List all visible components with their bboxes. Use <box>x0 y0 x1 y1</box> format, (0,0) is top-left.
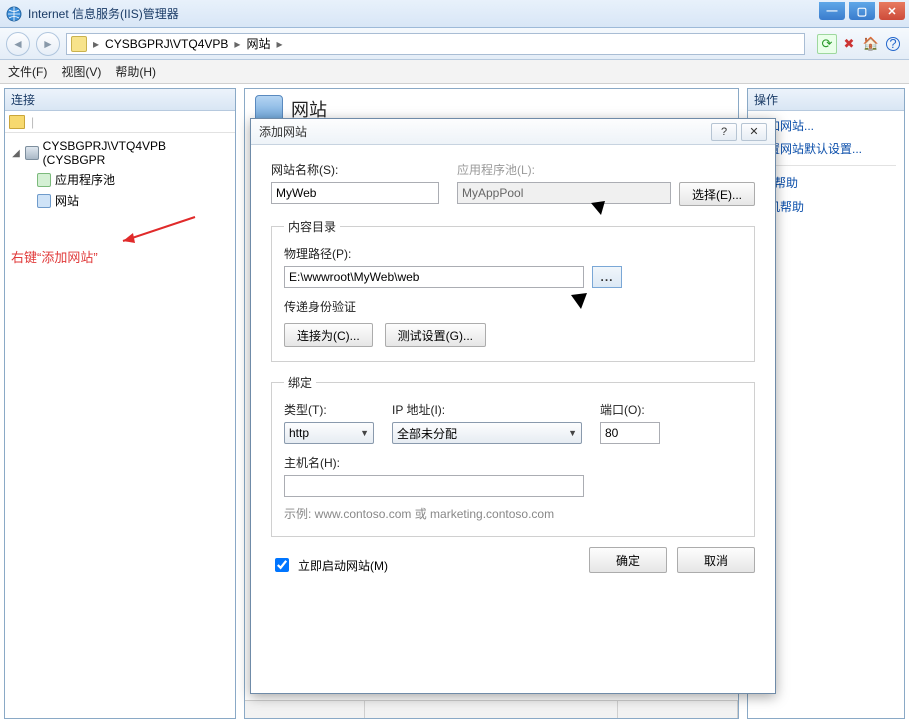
connections-panel: 连接 | ◢ CYSBGPRJ\VTQ4VPB (CYSBGPR 应用程序池 网… <box>4 88 236 719</box>
action-help[interactable]: ?帮助 <box>756 174 896 192</box>
ip-select[interactable]: 全部未分配 ▼ <box>392 422 582 444</box>
chevron-down-icon: ▼ <box>568 428 577 438</box>
ok-button[interactable]: 确定 <box>589 547 667 573</box>
menu-help[interactable]: 帮助(H) <box>115 63 156 80</box>
select-app-pool-button[interactable]: 选择(E)... <box>679 182 755 206</box>
ip-label: IP 地址(I): <box>392 401 582 418</box>
type-select[interactable]: http ▼ <box>284 422 374 444</box>
hostname-input[interactable] <box>284 475 584 497</box>
stop-icon[interactable]: ✖ <box>839 34 859 54</box>
passthrough-auth-label: 传递身份验证 <box>284 298 742 315</box>
menu-view[interactable]: 视图(V) <box>61 63 101 80</box>
back-button[interactable]: ◄ <box>6 32 30 56</box>
menu-file[interactable]: 文件(F) <box>8 63 47 80</box>
window-controls: — ▢ ✕ <box>819 2 905 20</box>
help-icon[interactable]: ? <box>883 34 903 54</box>
navigation-bar: ◄ ► ▸ CYSBGPRJ\VTQ4VPB ▸ 网站 ▸ ⟳ ✖ 🏠 ? <box>0 28 909 60</box>
site-name-input[interactable] <box>271 182 439 204</box>
port-label: 端口(O): <box>600 401 660 418</box>
dialog-help-button[interactable]: ? <box>711 123 737 141</box>
connect-as-button[interactable]: 连接为(C)... <box>284 323 373 347</box>
binding-group: 绑定 类型(T): http ▼ IP 地址(I): 全部未分配 ▼ <box>271 374 755 537</box>
menu-bar: 文件(F) 视图(V) 帮助(H) <box>0 60 909 84</box>
ip-value: 全部未分配 <box>397 425 457 442</box>
port-input[interactable] <box>600 422 660 444</box>
type-value: http <box>289 426 309 440</box>
connections-header: 连接 <box>5 89 235 111</box>
annotation-text: 右键“添加网站” <box>5 243 235 270</box>
window-titlebar: Internet 信息服务(IIS)管理器 — ▢ ✕ <box>0 0 909 28</box>
dialog-close-button[interactable]: ✕ <box>741 123 767 141</box>
phys-path-label: 物理路径(P): <box>284 245 742 262</box>
hostname-example: 示例: www.contoso.com 或 marketing.contoso.… <box>284 505 742 522</box>
action-set-defaults[interactable]: 设置网站默认设置... <box>756 140 896 157</box>
app-pool-input <box>457 182 671 204</box>
hostname-label: 主机名(H): <box>284 454 742 471</box>
start-now-input[interactable] <box>275 558 289 572</box>
app-pool-icon <box>37 173 51 187</box>
type-label: 类型(T): <box>284 401 374 418</box>
breadcrumb-sites: 网站 <box>246 35 270 52</box>
chevron-down-icon: ▼ <box>360 428 369 438</box>
folder-icon <box>71 36 87 52</box>
status-bar <box>245 700 738 718</box>
minimize-button[interactable]: — <box>819 2 845 20</box>
dialog-body: 网站名称(S): 应用程序池(L): 选择(E)... 内容目录 物理路径(P)… <box>251 145 775 587</box>
expander-icon[interactable]: ◢ <box>11 148 21 159</box>
content-dir-legend: 内容目录 <box>284 218 340 235</box>
forward-button[interactable]: ► <box>36 32 60 56</box>
binding-legend: 绑定 <box>284 374 316 391</box>
actions-header: 操作 <box>748 89 904 111</box>
server-icon <box>25 146 39 160</box>
start-now-label: 立即启动网站(M) <box>298 557 388 574</box>
connections-tree: ◢ CYSBGPRJ\VTQ4VPB (CYSBGPR 应用程序池 网站 <box>5 133 235 215</box>
site-name-label: 网站名称(S): <box>271 161 439 178</box>
maximize-button[interactable]: ▢ <box>849 2 875 20</box>
window-title: Internet 信息服务(IIS)管理器 <box>28 5 179 22</box>
breadcrumb-server: CYSBGPRJ\VTQ4VPB <box>105 37 228 51</box>
action-add-site[interactable]: 添加网站... <box>756 117 896 134</box>
dialog-footer: 确定 取消 <box>589 547 755 573</box>
tree-app-pools-label: 应用程序池 <box>55 171 115 188</box>
browse-button[interactable]: ... <box>592 266 622 288</box>
action-help-label: 帮助 <box>774 176 798 190</box>
close-button[interactable]: ✕ <box>879 2 905 20</box>
nav-tools: ⟳ ✖ 🏠 ? <box>811 34 903 54</box>
dialog-titlebar: 添加网站 ? ✕ <box>251 119 775 145</box>
phys-path-input[interactable] <box>284 266 584 288</box>
connections-toolbar: | <box>5 111 235 133</box>
tree-app-pools[interactable]: 应用程序池 <box>11 169 229 190</box>
tree-server[interactable]: ◢ CYSBGPRJ\VTQ4VPB (CYSBGPR <box>11 137 229 169</box>
refresh-icon[interactable]: ⟳ <box>817 34 837 54</box>
content-dir-group: 内容目录 物理路径(P): ... 传递身份验证 连接为(C)... 测试设置(… <box>271 218 755 362</box>
tree-server-label: CYSBGPRJ\VTQ4VPB (CYSBGPR <box>43 139 229 167</box>
app-pool-label: 应用程序池(L): <box>457 161 755 178</box>
tree-sites-label: 网站 <box>55 192 79 209</box>
test-settings-button[interactable]: 测试设置(G)... <box>385 323 486 347</box>
sites-icon <box>37 194 51 208</box>
action-online-help[interactable]: 联机帮助 <box>756 198 896 215</box>
iis-icon <box>6 6 22 22</box>
cancel-button[interactable]: 取消 <box>677 547 755 573</box>
folder-icon[interactable] <box>9 115 25 129</box>
breadcrumb[interactable]: ▸ CYSBGPRJ\VTQ4VPB ▸ 网站 ▸ <box>66 33 805 55</box>
add-website-dialog: 添加网站 ? ✕ 网站名称(S): 应用程序池(L): 选择(E)... 内容目… <box>250 118 776 694</box>
home-icon[interactable]: 🏠 <box>861 34 881 54</box>
dialog-title: 添加网站 <box>259 123 307 140</box>
tree-sites[interactable]: 网站 <box>11 190 229 211</box>
